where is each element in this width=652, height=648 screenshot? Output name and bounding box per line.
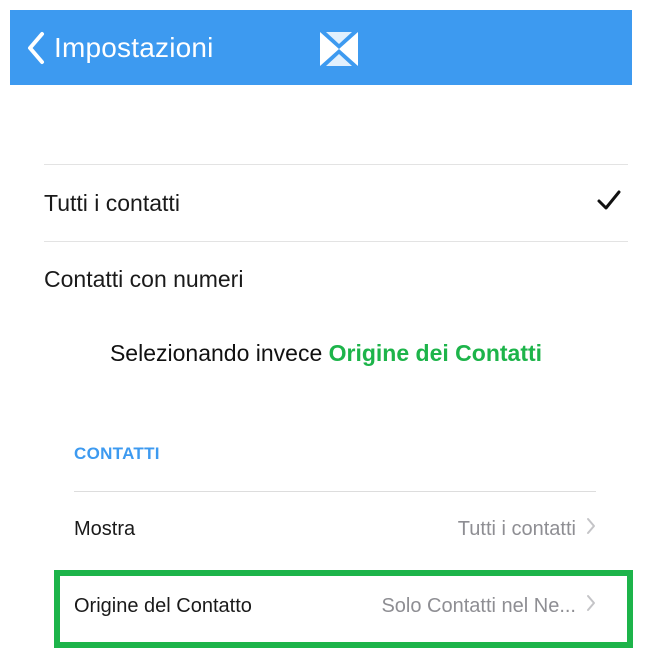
caption-text: Selezionando invece Origine dei Contatti — [0, 340, 652, 367]
option-all-contacts[interactable]: Tutti i contatti — [44, 164, 628, 242]
caption-highlight: Origine dei Contatti — [328, 340, 543, 366]
chevron-left-icon — [26, 31, 46, 65]
settings-row-show[interactable]: Mostra Tutti i contatti — [74, 491, 596, 566]
back-label: Impostazioni — [54, 31, 214, 63]
row-label: Mostra — [74, 517, 136, 540]
nav-bar: Impostazioni — [10, 10, 632, 85]
row-value-group: Tutti i contatti — [458, 517, 596, 541]
app-logo-icon — [318, 30, 360, 73]
section-header-contacts: CONTATTI — [74, 444, 160, 463]
highlight-frame — [54, 570, 633, 648]
chevron-right-icon — [586, 517, 596, 541]
option-contacts-with-numbers[interactable]: Contatti con numeri — [44, 241, 628, 317]
checkmark-icon — [596, 189, 622, 217]
caption-prefix: Selezionando invece — [109, 340, 323, 366]
option-label: Contatti con numeri — [44, 265, 244, 292]
row-value: Tutti i contatti — [457, 517, 576, 540]
back-button[interactable]: Impostazioni — [26, 31, 214, 65]
option-label: Tutti i contatti — [44, 189, 180, 216]
